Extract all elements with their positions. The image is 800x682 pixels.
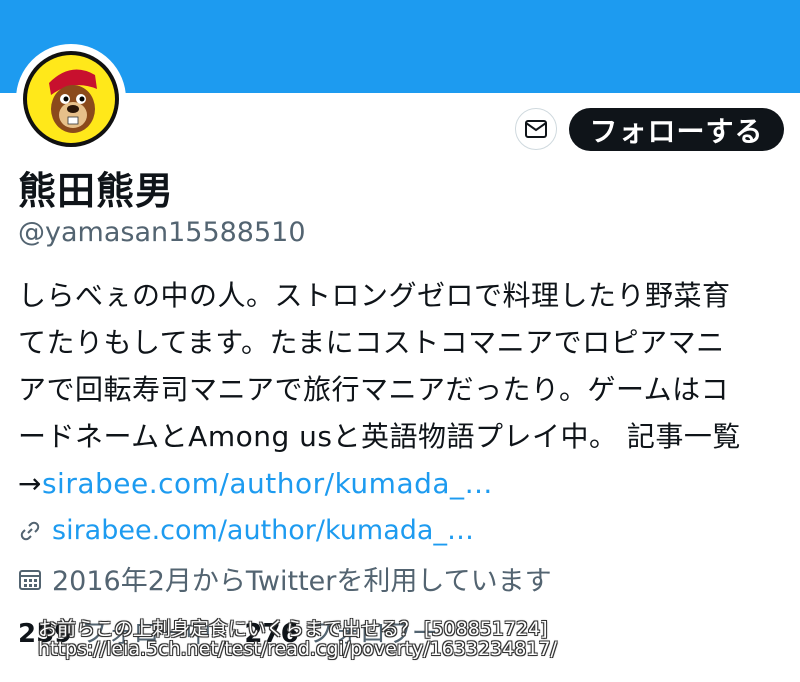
bio-line: しらべぇの中の人。ストロングゼロで料理したり野菜育 xyxy=(18,279,731,312)
bio-line: ードネームとAmong usと英語物語プレイ中。 記事一覧 xyxy=(18,420,741,453)
link-icon xyxy=(20,521,40,540)
profile-joined: 2016年2月からTwitterを利用しています xyxy=(18,559,552,598)
follow-button[interactable]: フォローする xyxy=(569,108,784,151)
joined-text: 2016年2月からTwitterを利用しています xyxy=(52,566,552,597)
beaver-logo-icon xyxy=(23,51,119,147)
profile-bio: しらべぇの中の人。ストロングゼロで料理したり野菜育 てたりもしてます。たまにコス… xyxy=(18,272,788,507)
profile-name: 熊田熊男 xyxy=(18,169,175,213)
caption-overlay-title: お前らこの上刺身定食にいくらまで出せる？ [508851724] xyxy=(38,618,548,640)
mail-icon xyxy=(525,120,547,138)
bio-arrow: → xyxy=(18,467,42,500)
bio-line: アで回転寿司マニアで旅行マニアだったり。ゲームはコ xyxy=(18,373,730,406)
bio-line: →sirabee.com/author/kumada_… xyxy=(18,460,788,507)
caption-overlay-url: https://leia.5ch.net/test/read.cgi/pover… xyxy=(38,638,557,660)
profile-url-link[interactable]: sirabee.com/author/kumada_… xyxy=(52,515,474,546)
message-button[interactable] xyxy=(515,108,557,150)
bio-line: てたりもしてます。たまにコストコマニアでロピアマニ xyxy=(18,326,725,359)
avatar[interactable] xyxy=(16,44,126,154)
profile-handle: @yamasan15588510 xyxy=(18,217,306,248)
calendar-icon xyxy=(19,569,41,590)
profile-url: sirabee.com/author/kumada_… xyxy=(18,515,474,546)
bio-link[interactable]: sirabee.com/author/kumada_… xyxy=(42,467,493,500)
